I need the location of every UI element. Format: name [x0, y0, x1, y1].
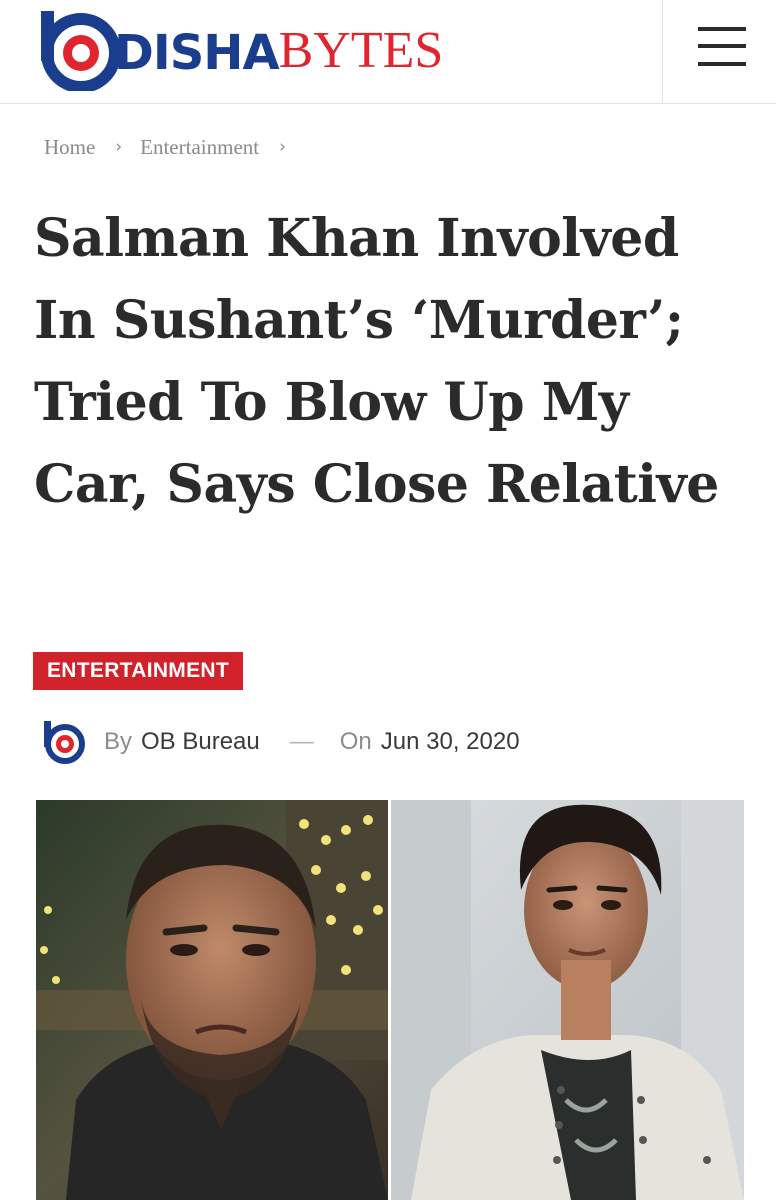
article-meta: By OB Bureau — On Jun 30, 2020: [40, 718, 520, 766]
photo-sushant-image: [391, 800, 744, 1200]
breadcrumb-home[interactable]: Home: [44, 135, 95, 160]
header-divider: [662, 0, 663, 104]
article-headline: Salman Khan Involved In Sushant’s ‘Murde…: [34, 208, 719, 515]
photo-salman-khan-image: [36, 800, 388, 1200]
meta-separator: —: [289, 728, 314, 755]
author-link[interactable]: OB Bureau: [141, 728, 260, 756]
chevron-right-icon: ›: [115, 137, 123, 157]
date-label: On: [339, 728, 372, 755]
publish-date: Jun 30, 2020: [380, 728, 520, 755]
logo-part-disha: DISHA: [114, 25, 280, 81]
breadcrumb-entertainment[interactable]: Entertainment: [140, 135, 259, 160]
logo-wordmark: DISHA BYTES: [114, 22, 444, 81]
byline-label: By: [104, 728, 133, 755]
site-logo[interactable]: DISHA BYTES: [36, 6, 443, 92]
photo-salman-khan[interactable]: [36, 800, 388, 1200]
category-badge[interactable]: ENTERTAINMENT: [33, 652, 243, 690]
site-header: DISHA BYTES: [0, 0, 776, 104]
author-avatar-icon[interactable]: [40, 719, 86, 765]
logo-b-icon: [41, 11, 120, 91]
photo-sushant-singh-rajput[interactable]: [391, 800, 744, 1200]
breadcrumb: Home › Entertainment ›: [44, 134, 304, 160]
chevron-right-icon: ›: [279, 137, 286, 157]
logo-part-bytes: BYTES: [278, 22, 444, 79]
hamburger-menu-icon[interactable]: [698, 27, 746, 67]
